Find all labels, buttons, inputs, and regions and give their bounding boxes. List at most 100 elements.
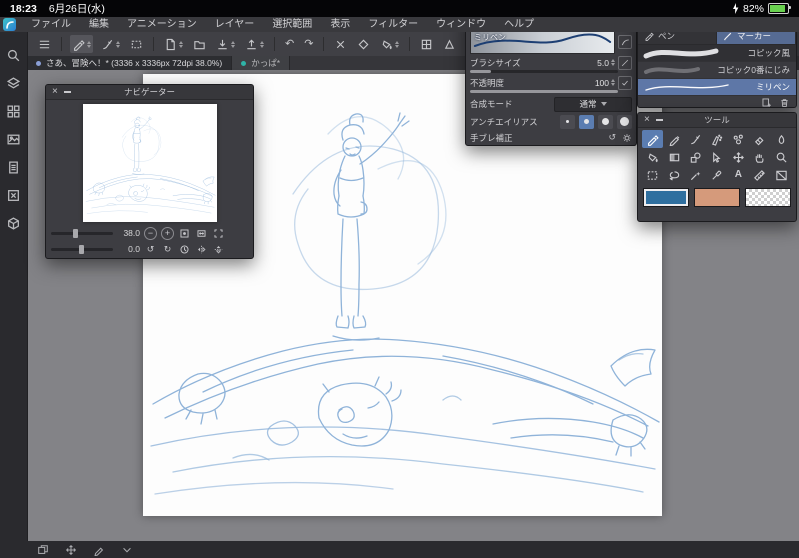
tool-fill[interactable] [642, 148, 663, 166]
menu-edit[interactable]: 編集 [80, 17, 118, 32]
tool-marquee[interactable] [642, 166, 663, 184]
expand-window-button[interactable] [212, 227, 225, 240]
menu-help[interactable]: ヘルプ [495, 17, 543, 32]
add-subtool-button[interactable] [761, 97, 772, 107]
tool-airbrush[interactable] [706, 130, 727, 148]
pen-tool-button[interactable] [70, 35, 93, 53]
antialias-none-button[interactable] [560, 114, 575, 129]
sub-color-swatch[interactable] [694, 188, 740, 207]
menu-animation[interactable]: アニメーション [118, 17, 206, 32]
minimize-icon[interactable] [63, 91, 71, 93]
snap-button[interactable] [355, 35, 372, 53]
subtool-item-copic[interactable]: コピック風 [638, 45, 796, 62]
tool-hand[interactable] [749, 148, 770, 166]
antialias-strong-button[interactable] [617, 114, 632, 129]
rotate-left-button[interactable]: ↺ [144, 243, 157, 256]
zoom-out-button[interactable]: − [144, 226, 157, 240]
tool-auto-select[interactable] [685, 166, 706, 184]
tool-figure[interactable] [685, 148, 706, 166]
brush-size-value[interactable]: 5.0 [597, 58, 609, 68]
spinner-icon[interactable] [611, 79, 615, 86]
menu-filter[interactable]: フィルター [359, 17, 427, 32]
menu-file[interactable]: ファイル [22, 17, 80, 32]
clear-button[interactable] [332, 35, 349, 53]
flip-horizontal-button[interactable] [195, 243, 208, 256]
tool-decoration[interactable] [728, 130, 749, 148]
spinner-icon[interactable] [611, 59, 615, 66]
reset-rotation-button[interactable] [178, 243, 191, 256]
menu-view[interactable]: 表示 [321, 17, 359, 32]
tool-lasso[interactable] [663, 166, 684, 184]
redo-button[interactable]: ↷ [302, 35, 315, 53]
navigator-thumbnail[interactable] [82, 104, 217, 222]
opacity-slider[interactable] [470, 90, 618, 93]
tool-eyedropper[interactable] [706, 166, 727, 184]
tool-text[interactable]: A [728, 166, 749, 184]
export-button[interactable] [243, 35, 266, 53]
brush-size-slider[interactable] [470, 70, 618, 73]
save-button[interactable] [214, 35, 237, 53]
opacity-dynamics-button[interactable] [618, 75, 632, 90]
antialias-middle-button[interactable] [598, 114, 613, 129]
sidebar-export-button[interactable] [6, 188, 21, 203]
undo-button[interactable]: ↶ [283, 35, 296, 53]
main-menu-button[interactable] [36, 35, 53, 53]
tool-eraser[interactable] [749, 130, 770, 148]
grid-button[interactable] [418, 35, 435, 53]
zoom-slider-knob[interactable] [73, 228, 78, 238]
bottom-move-button[interactable] [65, 544, 77, 556]
app-logo-icon[interactable] [3, 18, 16, 31]
tool-pen[interactable] [642, 130, 664, 148]
minimize-icon[interactable] [655, 119, 663, 121]
bottom-collapse-button[interactable] [121, 544, 133, 556]
brush-size-dynamics-button[interactable] [618, 55, 632, 70]
subtool-item-copic-blur[interactable]: コピック0番にじみ [638, 62, 796, 79]
menu-window[interactable]: ウィンドウ [427, 17, 495, 32]
rotate-slider-knob[interactable] [79, 244, 84, 254]
open-file-button[interactable] [191, 35, 208, 53]
tool-frame[interactable] [771, 166, 792, 184]
close-icon[interactable]: × [644, 115, 650, 125]
selection-tool-button[interactable] [128, 35, 145, 53]
tool-gradient[interactable] [663, 148, 684, 166]
close-icon[interactable]: × [52, 87, 58, 97]
rotate-slider[interactable] [51, 244, 113, 254]
tab-kappa[interactable]: かっぱ* [232, 56, 291, 70]
bottom-windows-button[interactable] [37, 544, 49, 556]
zoom-in-button[interactable]: + [161, 226, 174, 240]
new-canvas-button[interactable] [162, 35, 185, 53]
subtool-item-milipen[interactable]: ミリペン [638, 79, 796, 96]
tool-brush[interactable] [685, 130, 706, 148]
tool-blend[interactable] [771, 130, 792, 148]
sidebar-palette-button[interactable] [6, 104, 21, 119]
stroke-preview-settings-icon[interactable] [618, 35, 632, 49]
fit-screen-button[interactable] [195, 227, 208, 240]
opacity-value[interactable]: 100 [595, 78, 609, 88]
sidebar-document-button[interactable] [6, 160, 21, 175]
antialias-weak-button[interactable] [579, 114, 594, 129]
main-color-swatch[interactable] [643, 188, 689, 207]
panel-settings-icon[interactable] [622, 133, 632, 143]
flip-vertical-button[interactable] [212, 243, 225, 256]
menu-layer[interactable]: レイヤー [206, 17, 264, 32]
subtool-picker-button[interactable] [99, 35, 122, 53]
actual-pixels-button[interactable] [178, 227, 191, 240]
tool-zoom[interactable] [771, 148, 792, 166]
tool-operation[interactable] [706, 148, 727, 166]
reset-all-settings-icon[interactable]: ↺ [608, 133, 616, 143]
blend-mode-dropdown[interactable]: 通常 [554, 96, 632, 112]
menu-selection[interactable]: 選択範囲 [263, 17, 321, 32]
sidebar-material-button[interactable] [6, 132, 21, 147]
tab-adventure[interactable]: さあ、冒険へ！* (3336 x 3336px 72dpi 38.0%) [27, 56, 233, 70]
symmetry-button[interactable] [441, 35, 458, 53]
rotate-right-button[interactable]: ↻ [161, 243, 174, 256]
zoom-slider[interactable] [51, 228, 113, 238]
transparent-color-swatch[interactable] [745, 188, 791, 207]
fill-button[interactable] [378, 35, 401, 53]
bottom-edit-button[interactable] [93, 544, 105, 556]
tool-move[interactable] [728, 148, 749, 166]
sidebar-layers-button[interactable] [6, 76, 21, 91]
tool-ruler[interactable] [749, 166, 770, 184]
delete-subtool-button[interactable] [779, 97, 790, 107]
tool-pencil[interactable] [663, 130, 684, 148]
